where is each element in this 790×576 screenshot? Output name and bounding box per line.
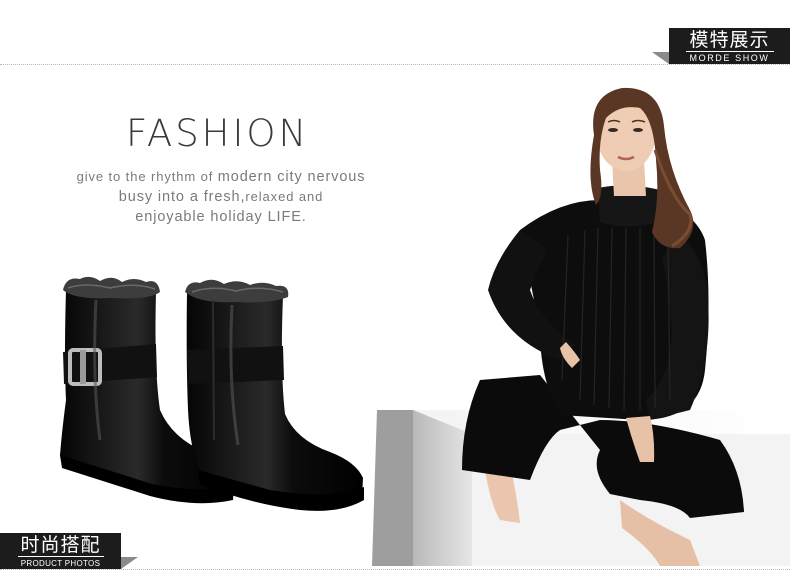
right-boot — [185, 279, 364, 511]
badge-tail — [121, 557, 138, 569]
bottom-divider — [0, 569, 790, 570]
tagline-line-2-a: busy into a fresh, — [118, 189, 246, 205]
tagline-line-2-b: relaxed and — [245, 189, 324, 204]
hero-title: FASHION — [126, 112, 310, 155]
badge-subtitle: MORDE SHOW — [685, 51, 774, 64]
badge-title: 时尚搭配 — [20, 534, 101, 556]
boots-image — [60, 276, 364, 511]
tagline-line-1: give to the rhythm of modern city nervou… — [56, 167, 386, 187]
product-detail-panel: 模特展示 MORDE SHOW FASHION give to the rhyt… — [0, 0, 790, 576]
illustration-layer — [60, 87, 790, 566]
model-image — [372, 87, 790, 566]
hero-tagline: give to the rhythm of modern city nervou… — [56, 167, 386, 227]
tagline-line-1-small: give to the rhythm of — [76, 169, 218, 184]
product-photos-badge: 时尚搭配 PRODUCT PHOTOS — [0, 533, 121, 569]
model-show-badge: 模特展示 MORDE SHOW — [669, 28, 790, 64]
tagline-line-1-big: modern city nervous — [217, 169, 366, 185]
top-divider — [0, 64, 790, 65]
badge-title: 模特展示 — [689, 29, 770, 51]
badge-subtitle: PRODUCT PHOTOS — [17, 556, 104, 569]
badge-tail — [652, 52, 669, 64]
tagline-line-2: busy into a fresh,relaxed and — [56, 187, 386, 207]
tagline-line-3: enjoyable holiday LIFE. — [135, 209, 307, 225]
